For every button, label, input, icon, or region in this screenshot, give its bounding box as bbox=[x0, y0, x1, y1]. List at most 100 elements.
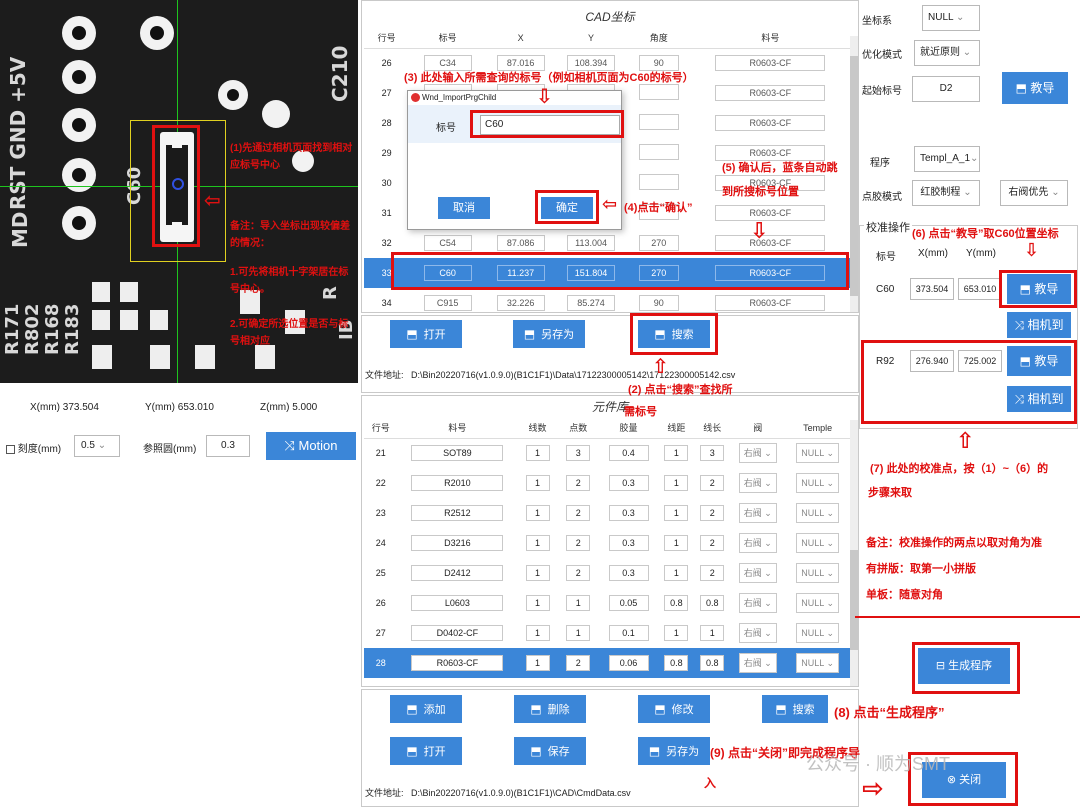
lib-column-header[interactable]: 线距 bbox=[658, 418, 695, 439]
lib-column-header[interactable]: Temple bbox=[785, 418, 850, 439]
library-cell[interactable]: 0.8 bbox=[700, 655, 725, 671]
start-input[interactable]: D2 bbox=[912, 76, 980, 102]
cad-cell[interactable]: C54 bbox=[423, 235, 472, 251]
cad-cell[interactable]: R0603-CF bbox=[715, 295, 826, 311]
library-row[interactable]: 27 D0402-CF 1 1 0.1 1 1 右阀 ⌄ NULL ⌄ bbox=[364, 618, 850, 648]
cad-open-button[interactable]: ⬒ 打开 bbox=[390, 320, 462, 348]
lib-column-header[interactable]: 行号 bbox=[364, 418, 398, 439]
library-cell[interactable]: 2 bbox=[566, 565, 591, 581]
library-cell[interactable]: 0.3 bbox=[608, 565, 649, 581]
temple-select[interactable]: NULL ⌄ bbox=[796, 623, 840, 643]
lib-modify-button[interactable]: ⬒ 修改 bbox=[638, 695, 710, 723]
cad-cell[interactable]: R0603-CF bbox=[715, 235, 826, 251]
valve-select[interactable]: 右阀 ⌄ bbox=[738, 593, 777, 613]
cad-cell[interactable]: 90 bbox=[638, 295, 679, 311]
library-scrollbar[interactable] bbox=[850, 420, 858, 686]
library-cell[interactable]: D3216 bbox=[411, 535, 504, 551]
lib-column-header[interactable]: 料号 bbox=[397, 418, 518, 439]
cad-cell[interactable]: 108.394 bbox=[567, 55, 616, 72]
calib-p1-y[interactable]: 653.010 bbox=[958, 278, 1002, 300]
library-cell[interactable]: 2 bbox=[700, 565, 725, 581]
valve-select[interactable]: 右阀 ⌄ bbox=[738, 473, 777, 493]
library-row[interactable]: 24 D3216 1 2 0.3 1 2 右阀 ⌄ NULL ⌄ bbox=[364, 528, 850, 558]
library-cell[interactable]: R2512 bbox=[411, 505, 504, 521]
library-cell[interactable]: 1 bbox=[664, 535, 689, 551]
library-cell[interactable]: 2 bbox=[700, 535, 725, 551]
cad-cell[interactable]: R0603-CF bbox=[715, 55, 826, 72]
lib-save-button[interactable]: ⬒ 保存 bbox=[514, 737, 586, 765]
calib-p1-x[interactable]: 373.504 bbox=[910, 278, 954, 300]
valve-select[interactable]: 右阀 ⌄ bbox=[738, 503, 777, 523]
cad-cell[interactable] bbox=[638, 174, 679, 190]
library-cell[interactable]: 0.1 bbox=[608, 625, 649, 641]
coord-select[interactable]: NULL ⌄ bbox=[922, 5, 980, 31]
temple-select[interactable]: NULL ⌄ bbox=[796, 533, 840, 553]
cad-cell[interactable]: 87.086 bbox=[496, 235, 545, 251]
library-cell[interactable]: 0.8 bbox=[664, 655, 689, 671]
library-cell[interactable]: D0402-CF bbox=[411, 625, 504, 641]
valve-select[interactable]: 右阀 ⌄ bbox=[738, 623, 777, 643]
library-cell[interactable]: 2 bbox=[700, 505, 725, 521]
library-row[interactable]: 28 R0603-CF 1 2 0.06 0.8 0.8 右阀 ⌄ NULL ⌄ bbox=[364, 648, 850, 678]
valve-select[interactable]: 右阀 ⌄ bbox=[738, 563, 777, 583]
temple-select[interactable]: NULL ⌄ bbox=[796, 563, 840, 583]
library-row[interactable]: 25 D2412 1 2 0.3 1 2 右阀 ⌄ NULL ⌄ bbox=[364, 558, 850, 588]
cad-saveas-button[interactable]: ⬒ 另存为 bbox=[513, 320, 585, 348]
library-cell[interactable]: 0.3 bbox=[608, 535, 649, 551]
library-cell[interactable]: 2 bbox=[566, 475, 591, 491]
library-cell[interactable]: 0.8 bbox=[700, 595, 725, 611]
cad-cell[interactable]: R0603-CF bbox=[715, 115, 826, 131]
library-cell[interactable]: 1 bbox=[566, 625, 591, 641]
library-row[interactable]: 21 SOT89 1 3 0.4 1 3 右阀 ⌄ NULL ⌄ bbox=[364, 438, 850, 468]
cad-cell[interactable]: 87.016 bbox=[496, 55, 545, 72]
cad-cell[interactable]: 90 bbox=[638, 55, 679, 72]
lib-search-button[interactable]: ⬒ 搜索 bbox=[762, 695, 828, 723]
library-cell[interactable]: 1 bbox=[525, 475, 550, 491]
cad-cell[interactable]: 85.274 bbox=[567, 295, 616, 311]
library-cell[interactable]: R0603-CF bbox=[411, 655, 504, 671]
library-cell[interactable]: 1 bbox=[525, 655, 550, 671]
library-row[interactable]: 23 R2512 1 2 0.3 1 2 右阀 ⌄ NULL ⌄ bbox=[364, 498, 850, 528]
library-cell[interactable]: 1 bbox=[525, 565, 550, 581]
library-cell[interactable]: 1 bbox=[664, 625, 689, 641]
library-cell[interactable]: D2412 bbox=[411, 565, 504, 581]
cad-column-header[interactable]: Y bbox=[555, 28, 627, 49]
library-cell[interactable]: 1 bbox=[525, 535, 550, 551]
library-cell[interactable]: 1 bbox=[664, 445, 689, 462]
cad-cell[interactable]: 32.226 bbox=[496, 295, 545, 311]
library-cell[interactable]: 2 bbox=[700, 475, 725, 491]
library-cell[interactable]: 1 bbox=[664, 475, 689, 491]
cad-cell[interactable] bbox=[638, 114, 679, 130]
lib-column-header[interactable]: 胶量 bbox=[598, 418, 659, 439]
library-row[interactable]: 26 L0603 1 1 0.05 0.8 0.8 右阀 ⌄ NULL ⌄ bbox=[364, 588, 850, 618]
valve-select[interactable]: 右阀 ⌄ bbox=[738, 533, 777, 553]
library-cell[interactable]: 1 bbox=[566, 595, 591, 611]
cad-column-header[interactable]: 标号 bbox=[409, 28, 487, 49]
valve-select[interactable]: 右阀优先 ⌄ bbox=[1000, 180, 1068, 206]
temple-select[interactable]: NULL ⌄ bbox=[796, 653, 840, 673]
library-cell[interactable]: 1 bbox=[525, 595, 550, 611]
cad-column-header[interactable]: X bbox=[486, 28, 556, 49]
lib-delete-button[interactable]: ⬒ 删除 bbox=[514, 695, 586, 723]
cad-column-header[interactable]: 料号 bbox=[690, 28, 850, 49]
cad-cell[interactable]: C34 bbox=[423, 55, 472, 72]
motion-button[interactable]: ⤨ Motion bbox=[266, 432, 356, 460]
library-cell[interactable]: 2 bbox=[566, 535, 591, 551]
library-cell[interactable]: 2 bbox=[566, 505, 591, 521]
lib-saveas-button[interactable]: ⬒ 另存为 bbox=[638, 737, 710, 765]
program-select[interactable]: Templ_A_1⌄ bbox=[914, 146, 980, 172]
dialog-cancel-button[interactable]: 取消 bbox=[438, 197, 490, 219]
library-cell[interactable]: 0.3 bbox=[608, 475, 649, 491]
lib-column-header[interactable]: 阀 bbox=[730, 418, 786, 439]
library-cell[interactable]: R2010 bbox=[411, 475, 504, 491]
temple-select[interactable]: NULL ⌄ bbox=[796, 473, 840, 493]
lib-column-header[interactable]: 线长 bbox=[694, 418, 731, 439]
library-cell[interactable]: 3 bbox=[700, 445, 725, 462]
library-cell[interactable]: 0.3 bbox=[608, 505, 649, 521]
cad-cell[interactable] bbox=[638, 144, 679, 160]
temple-select[interactable]: NULL ⌄ bbox=[796, 443, 840, 464]
library-cell[interactable]: 1 bbox=[664, 505, 689, 521]
calib-p1-camera-button[interactable]: ⤨ 相机到 bbox=[1007, 312, 1071, 338]
library-cell[interactable]: 1 bbox=[525, 445, 550, 462]
scale-select[interactable]: 0.5 ⌄ bbox=[74, 435, 120, 457]
